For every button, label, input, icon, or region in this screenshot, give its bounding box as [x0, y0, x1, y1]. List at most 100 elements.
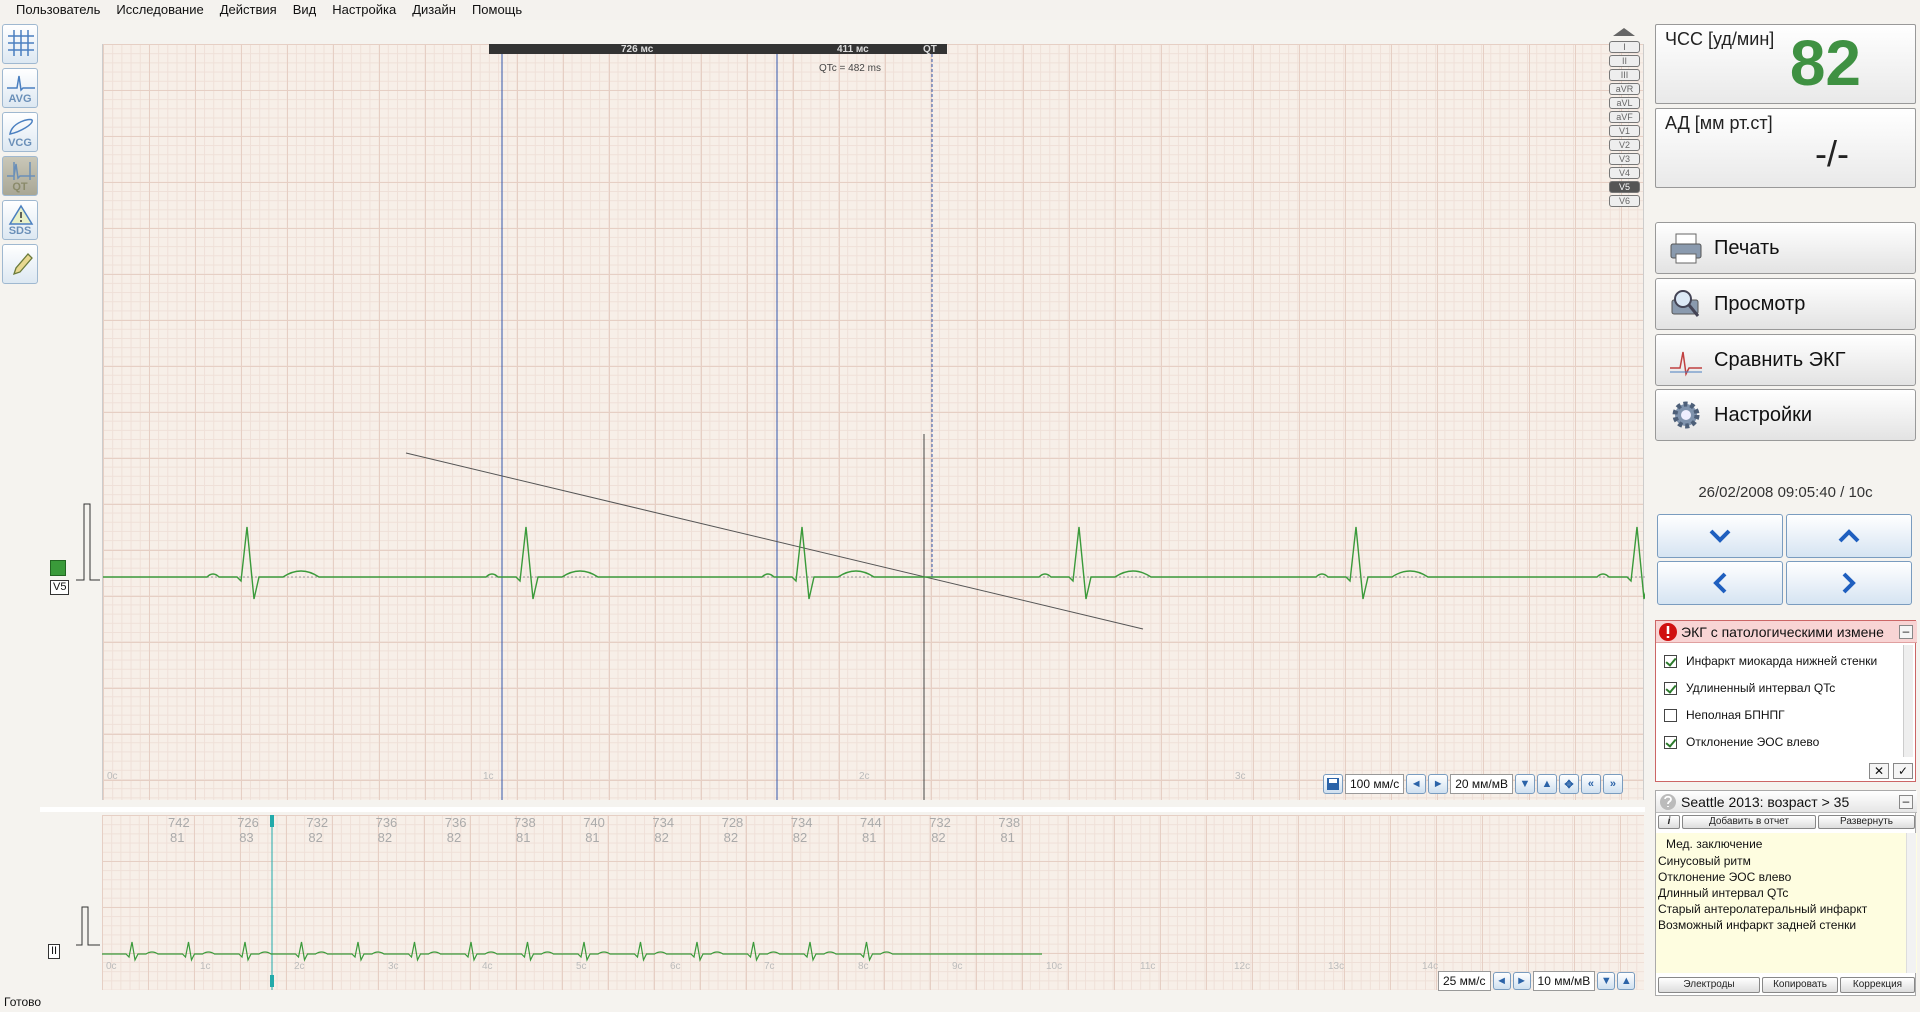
rr-interval-value: 736	[375, 815, 398, 830]
qt-tool-label: QT	[12, 181, 28, 193]
vcg-loop-icon	[9, 118, 33, 135]
lead-button-avl[interactable]: aVL	[1609, 97, 1640, 109]
strip-marker-top[interactable]	[270, 815, 274, 827]
arrow-up-icon: ▲	[1620, 975, 1632, 987]
findings-collapse-button[interactable]: –	[1899, 624, 1913, 639]
nav-down-button[interactable]	[1657, 514, 1783, 558]
alert-icon	[1659, 622, 1677, 641]
conclusion-area[interactable]: Мед. заключение Синусовый ритм Отклонени…	[1656, 833, 1917, 973]
lead-button-v6[interactable]: V6	[1609, 195, 1640, 207]
nav-next-button[interactable]	[1786, 561, 1912, 605]
sds-warning-icon	[8, 204, 34, 225]
arrow-down-icon: ▼	[1519, 778, 1531, 790]
lead-button-v3[interactable]: V3	[1609, 153, 1640, 165]
main-gain-up-button[interactable]: ▲	[1536, 774, 1557, 794]
seattle-collapse-button[interactable]: –	[1899, 794, 1913, 809]
conclusion-item: Отклонение ЭОС влево	[1658, 870, 1792, 884]
strip-speed-right-button[interactable]: ►	[1512, 972, 1531, 990]
expand-button[interactable]: Развернуть	[1818, 815, 1915, 829]
main-speed-left-button[interactable]: ◄	[1406, 774, 1427, 794]
menu-actions[interactable]: Действия	[212, 0, 285, 20]
grid-tool-button[interactable]	[2, 24, 38, 64]
print-button[interactable]: Печать	[1655, 222, 1916, 274]
main-ecg-view[interactable]: 726 мс 411 мс QT QTc = 482 ms 0c 1c 2c 3…	[102, 28, 1645, 800]
finding-item[interactable]: Отклонение ЭОС влево	[1664, 735, 1819, 749]
forward-button[interactable]: »	[1602, 774, 1623, 794]
preview-button[interactable]: Просмотр	[1655, 278, 1916, 330]
menu-study[interactable]: Исследование	[108, 0, 211, 20]
finding-checkbox-checked[interactable]	[1664, 681, 1677, 695]
rewind-button[interactable]: «	[1580, 774, 1601, 794]
strip-time-tick: 12c	[1234, 961, 1251, 972]
strip-speed-left-button[interactable]: ◄	[1492, 972, 1511, 990]
rr-interval-value: 742	[168, 815, 190, 830]
lead-button-avf[interactable]: aVF	[1609, 111, 1640, 123]
menu-user[interactable]: Пользователь	[8, 0, 108, 20]
settings-label: Настройки	[1714, 403, 1813, 426]
main-speed-right-button[interactable]: ►	[1428, 774, 1449, 794]
finding-checkbox-checked[interactable]	[1664, 654, 1677, 668]
add-to-report-button[interactable]: Добавить в отчет	[1682, 815, 1816, 829]
main-speed-value[interactable]: 100 мм/с	[1345, 774, 1405, 794]
lead-button-i[interactable]: I	[1609, 41, 1640, 53]
strip-gain-up-button[interactable]: ▲	[1617, 972, 1636, 990]
strip-gain-value[interactable]: 10 мм/мВ	[1532, 971, 1596, 991]
scroll-up-arrow-icon[interactable]	[1609, 26, 1639, 38]
settings-button[interactable]: Настройки	[1655, 389, 1916, 441]
v5-ecg-trace	[103, 526, 1645, 600]
info-button[interactable]: i	[1658, 815, 1680, 829]
menu-design[interactable]: Дизайн	[404, 0, 464, 20]
strip-time-tick: 13c	[1328, 961, 1345, 972]
rhythm-strip[interactable]: 742 81 726 83 732 82 736 82 736 82 738 81 740 81 734 82…	[102, 815, 1644, 991]
pencil-tool-button[interactable]	[2, 244, 38, 284]
conclusion-scrollbar[interactable]	[1906, 833, 1916, 973]
copy-button[interactable]: Копировать	[1762, 977, 1838, 993]
qt-tool-button[interactable]: QT	[2, 156, 38, 196]
strip-gain-down-button[interactable]: ▼	[1597, 972, 1616, 990]
time-tick-2: 2c	[859, 771, 870, 782]
conclusion-item: Возможный инфаркт задней стенки	[1658, 918, 1857, 932]
menu-help[interactable]: Помощь	[464, 0, 530, 20]
reject-button[interactable]: ✕	[1869, 763, 1889, 779]
electrodes-button[interactable]: Электроды	[1658, 977, 1760, 993]
lead-button-v5[interactable]: V5	[1609, 181, 1640, 193]
findings-scrollbar[interactable]	[1903, 645, 1913, 757]
correction-button[interactable]: Коррекция	[1840, 977, 1915, 993]
strip-time-tick: 9c	[952, 961, 963, 972]
menu-settings[interactable]: Настройка	[324, 0, 404, 20]
nav-prev-button[interactable]	[1657, 561, 1783, 605]
accept-button[interactable]: ✓	[1893, 763, 1913, 779]
menu-bar: Пользователь Исследование Действия Вид Н…	[0, 0, 1920, 20]
lead-button-avr[interactable]: aVR	[1609, 83, 1640, 95]
lead-button-iii[interactable]: III	[1609, 69, 1640, 81]
avg-tool-label: AVG	[8, 93, 32, 105]
lead-button-ii[interactable]: II	[1609, 55, 1640, 67]
vcg-tool-button[interactable]: VCG	[2, 112, 38, 152]
compare-ecg-button[interactable]: Сравнить ЭКГ	[1655, 334, 1916, 386]
lead-button-v4[interactable]: V4	[1609, 167, 1640, 179]
finding-checkbox-checked[interactable]	[1664, 735, 1677, 749]
finding-item[interactable]: Инфаркт миокарда нижней стенки	[1664, 654, 1877, 668]
finding-item[interactable]: Удлиненный интервал QTc	[1664, 681, 1835, 695]
save-button[interactable]	[1323, 774, 1343, 794]
qt-interval-icon	[7, 162, 35, 180]
strip-speed-value[interactable]: 25 мм/с	[1438, 971, 1491, 991]
avg-tool-button[interactable]: AVG	[2, 68, 38, 108]
fit-icon: ✥	[1564, 778, 1574, 791]
finding-item[interactable]: Неполная БПНПГ	[1664, 708, 1785, 722]
rr-interval-value: 740	[583, 815, 605, 830]
menu-view[interactable]: Вид	[285, 0, 325, 20]
nav-up-button[interactable]	[1786, 514, 1912, 558]
finding-checkbox-unchecked[interactable]	[1664, 708, 1677, 722]
sds-tool-button[interactable]: SDS	[2, 200, 38, 240]
main-gain-down-button[interactable]: ▼	[1514, 774, 1535, 794]
strip-marker-bottom[interactable]	[270, 975, 274, 987]
lead-button-v1[interactable]: V1	[1609, 125, 1640, 137]
main-gain-value[interactable]: 20 мм/мВ	[1450, 774, 1513, 794]
hr-value: 82	[308, 830, 323, 845]
heart-rate-value: 82	[1789, 27, 1861, 99]
hr-value: 82	[654, 830, 669, 845]
fit-button[interactable]: ✥	[1558, 774, 1579, 794]
lead-button-v2[interactable]: V2	[1609, 139, 1640, 151]
preview-label: Просмотр	[1714, 292, 1806, 315]
